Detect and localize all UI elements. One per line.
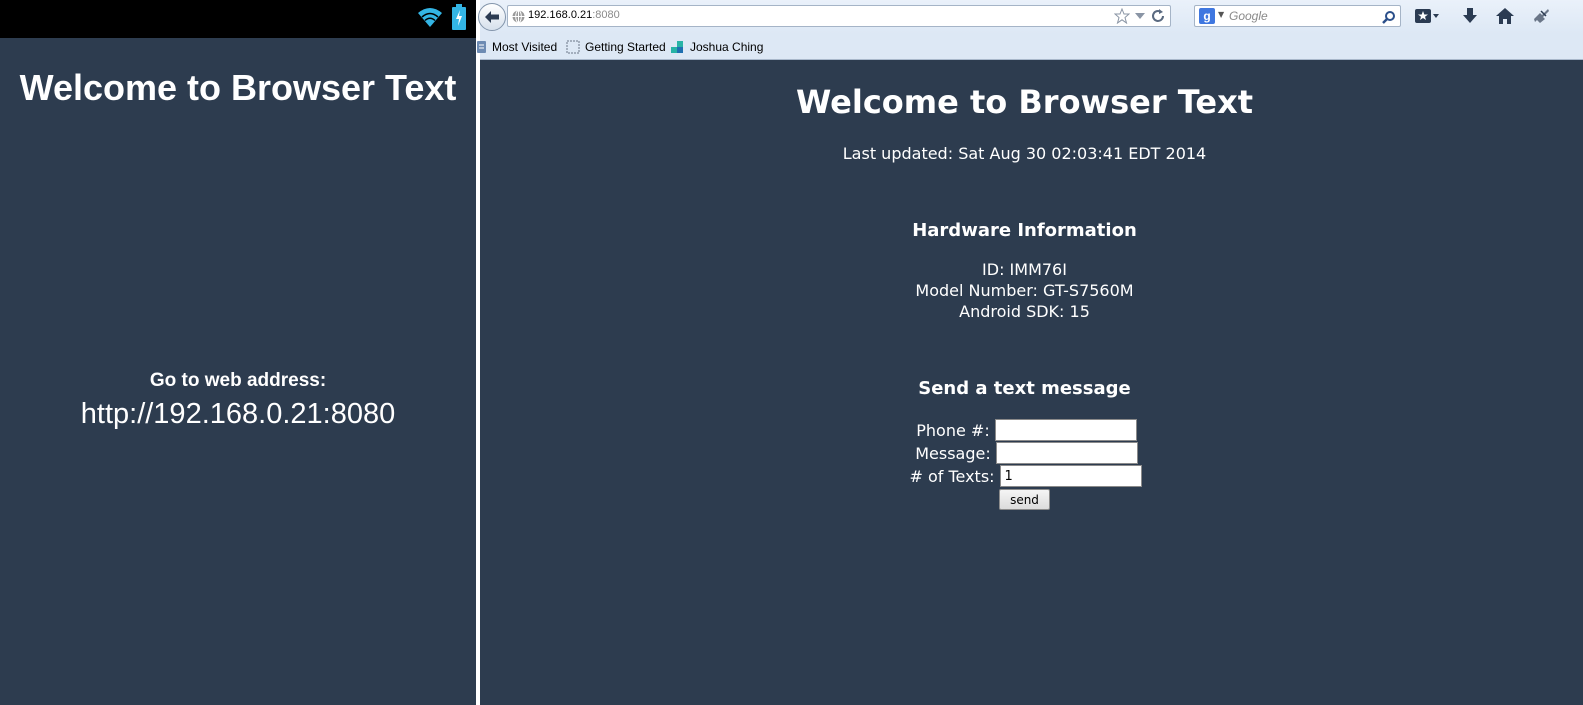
bookmark-joshua-ching[interactable]: Joshua Ching bbox=[670, 40, 763, 54]
reload-icon[interactable] bbox=[1150, 8, 1166, 28]
address-text: 192.168.0.21:8080 bbox=[528, 9, 620, 21]
phone-status-bar bbox=[0, 0, 476, 38]
message-input[interactable] bbox=[995, 442, 1138, 464]
page-title: Welcome to Browser Text bbox=[796, 83, 1253, 121]
bookmarks-menu-icon[interactable] bbox=[1414, 7, 1440, 25]
hardware-heading: Hardware Information bbox=[912, 220, 1137, 241]
search-engine-dropdown-icon[interactable]: ▼ bbox=[1218, 10, 1224, 19]
send-button[interactable]: send bbox=[999, 489, 1050, 510]
address-bar[interactable]: 192.168.0.21:8080 bbox=[507, 5, 1171, 27]
goto-label: Go to web address: bbox=[149, 370, 327, 391]
search-placeholder: Google bbox=[1229, 9, 1268, 23]
phone-row: Phone #: bbox=[480, 419, 1569, 441]
hardware-id: ID: IMM76I bbox=[982, 260, 1067, 279]
folder-icon bbox=[477, 41, 486, 53]
site-favicon-icon bbox=[671, 41, 683, 53]
wifi-icon bbox=[416, 6, 444, 32]
search-bar[interactable]: g ▼ Google bbox=[1194, 5, 1401, 27]
server-url: http://192.168.0.21:8080 bbox=[80, 398, 396, 430]
home-icon[interactable] bbox=[1495, 7, 1515, 25]
count-input[interactable] bbox=[999, 465, 1142, 487]
phone-app-title: Welcome to Browser Text bbox=[19, 67, 457, 108]
back-button[interactable] bbox=[478, 3, 506, 31]
phone-label: Phone #: bbox=[916, 420, 990, 440]
message-row: Message: bbox=[480, 442, 1569, 464]
bookmark-getting-started[interactable]: Getting Started bbox=[566, 40, 666, 54]
phone-screen: Welcome to Browser Text Go to web addres… bbox=[0, 0, 476, 705]
page-icon bbox=[566, 40, 580, 54]
bookmark-most-visited[interactable]: Most Visited bbox=[477, 40, 557, 54]
message-label: Message: bbox=[915, 443, 991, 463]
addon-icon[interactable] bbox=[1532, 7, 1550, 25]
phone-input[interactable] bbox=[994, 419, 1137, 441]
page-content: Welcome to Browser Text Last updated: Sa… bbox=[480, 61, 1583, 705]
bookmark-star-icon[interactable] bbox=[1113, 7, 1131, 28]
history-dropdown-icon[interactable] bbox=[1134, 8, 1146, 28]
sms-heading: Send a text message bbox=[918, 378, 1131, 399]
hardware-model: Model Number: GT-S7560M bbox=[915, 281, 1134, 300]
search-icon[interactable] bbox=[1382, 9, 1396, 28]
hardware-sdk: Android SDK: 15 bbox=[959, 302, 1090, 321]
back-arrow-icon bbox=[485, 11, 499, 23]
downloads-icon[interactable] bbox=[1461, 7, 1479, 25]
bookmarks-toolbar: Most Visited Getting Started Joshua Chin… bbox=[477, 34, 1583, 60]
battery-charging-icon bbox=[452, 4, 466, 34]
address-host: 192.168.0.21 bbox=[528, 9, 593, 21]
address-port: :8080 bbox=[592, 9, 620, 21]
last-updated: Last updated: Sat Aug 30 02:03:41 EDT 20… bbox=[842, 144, 1207, 163]
browser-window: 192.168.0.21:8080 g ▼ Google Most Visite… bbox=[477, 0, 1583, 705]
globe-icon bbox=[512, 10, 525, 23]
navigation-toolbar: 192.168.0.21:8080 g ▼ Google bbox=[478, 0, 1583, 34]
google-logo-icon[interactable]: g bbox=[1199, 8, 1215, 24]
count-label: # of Texts: bbox=[909, 466, 995, 486]
count-row: # of Texts: bbox=[480, 465, 1569, 487]
